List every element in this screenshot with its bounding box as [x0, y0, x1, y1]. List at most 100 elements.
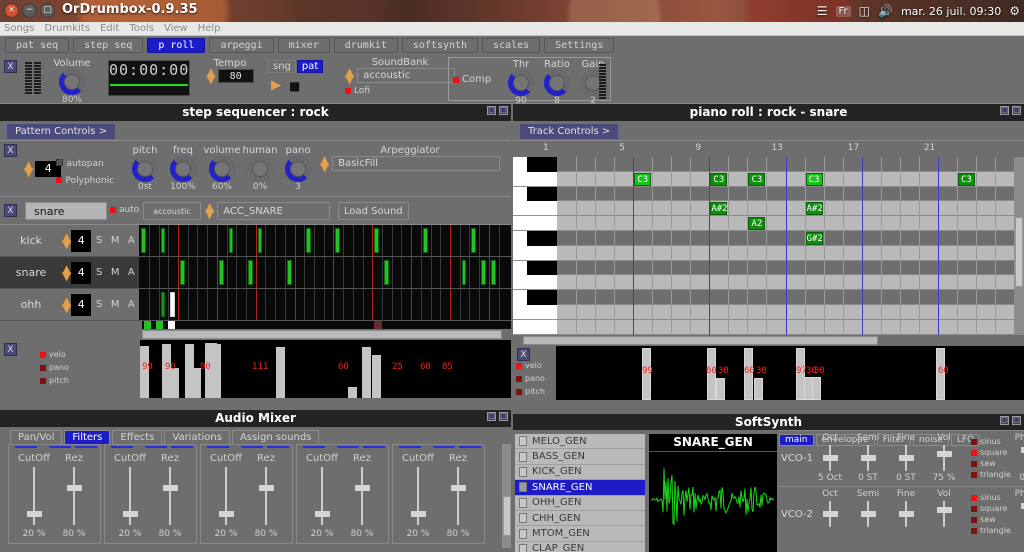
automation-bar[interactable] — [362, 347, 371, 398]
rez-slider-track[interactable] — [361, 467, 363, 525]
gear-icon[interactable]: ⚙ — [1009, 4, 1020, 18]
comp-label[interactable]: Comp — [462, 74, 491, 85]
step-note[interactable] — [287, 260, 292, 285]
pattern-pano-dial[interactable] — [285, 156, 311, 182]
vco-slider-handle[interactable] — [823, 455, 838, 461]
generator-list-item[interactable]: SNARE_GEN — [515, 480, 645, 495]
vco-slider-handle[interactable] — [899, 511, 914, 517]
automation-close-button[interactable]: X — [4, 343, 17, 356]
keyboard-layout-indicator[interactable]: Fr — [836, 6, 851, 17]
pr-automation-bar[interactable] — [754, 378, 763, 400]
pattern-pitch-knob[interactable]: pitch 0st — [125, 145, 165, 192]
menu-item-tools[interactable]: Tools — [129, 23, 154, 34]
master-volume-knob[interactable]: Volume 80% — [52, 58, 92, 105]
pano-led-icon[interactable] — [40, 365, 46, 371]
mixer-tab-filters[interactable]: Filters — [64, 430, 110, 444]
autopan-option[interactable]: autopan — [56, 156, 104, 169]
pattern-pano-knob[interactable]: pano 3 — [278, 145, 318, 192]
cutoff-slider-handle[interactable] — [123, 511, 138, 517]
vco-waveform-option[interactable]: saw — [971, 459, 996, 468]
piano-white-key[interactable] — [513, 305, 557, 320]
piano-roll-lane[interactable] — [557, 290, 1024, 305]
soundbank-selector[interactable]: SoundBank ▲▼ accoustic Lofi — [345, 57, 455, 96]
pr-automation-velo-option[interactable]: velo — [516, 361, 545, 370]
vco-slider-handle[interactable] — [937, 507, 952, 513]
comp-ratio-knob[interactable]: Ratio 8 — [537, 59, 577, 106]
mixer-strip[interactable]: CutOffRez20 %80 % — [296, 444, 389, 544]
track-bank-value[interactable]: accoustic — [143, 202, 201, 220]
soundbank-spinner-icon[interactable]: ▲▼ — [345, 69, 354, 83]
step-note[interactable] — [170, 292, 175, 317]
step-track-row-partial[interactable] — [0, 321, 511, 329]
piano-roll-note[interactable]: C3 — [748, 173, 765, 186]
rez-slider-track[interactable] — [73, 467, 75, 525]
mixer-strip[interactable]: CutOffRez20 %80 % — [104, 444, 197, 544]
generator-list-item[interactable]: CHH_GEN — [515, 511, 645, 526]
step-track-m-button[interactable]: M — [107, 299, 123, 310]
step-track-row[interactable]: ohh▲▼4SMA — [0, 289, 511, 321]
tab-step-seq[interactable]: step seq — [73, 38, 143, 53]
vco-slider-handle[interactable] — [823, 511, 838, 517]
step-track-row[interactable]: kick▲▼4SMA — [0, 225, 511, 257]
step-note[interactable] — [462, 260, 467, 285]
pr-automation-pitch-label[interactable]: pitch — [525, 387, 545, 396]
step-note[interactable] — [161, 292, 166, 317]
pitch-led-icon[interactable] — [40, 378, 46, 384]
step-track-spinner-icon[interactable]: ▲▼ — [62, 266, 71, 280]
track-auto-label[interactable]: auto — [119, 205, 139, 215]
step-note[interactable] — [481, 260, 486, 285]
piano-roll-note[interactable]: C3 — [806, 173, 823, 186]
generator-checkbox-icon[interactable] — [519, 529, 527, 539]
main-tab-bar[interactable]: pat seq step seq p roll arpeggi mixer dr… — [0, 36, 1024, 54]
step-note[interactable] — [248, 260, 253, 285]
generator-list-item[interactable]: MELO_GEN — [515, 434, 645, 449]
automation-pano-option[interactable]: pano — [40, 363, 69, 372]
waveform-led-icon[interactable] — [971, 450, 977, 456]
pr-pano-led-icon[interactable] — [516, 376, 522, 382]
vco-section[interactable]: VCO-2OctSemiFineVolsinussquaresawtriangl… — [779, 486, 1024, 542]
waveform-led-icon[interactable] — [971, 528, 977, 534]
piano-roll-lane[interactable] — [557, 216, 1024, 231]
pattern-pitch-dial[interactable] — [132, 156, 158, 182]
generator-checkbox-icon[interactable] — [519, 544, 527, 552]
lofi-label[interactable]: Lofi — [354, 86, 370, 96]
pr-automation-pano-option[interactable]: pano — [516, 374, 545, 383]
stepseq-maximize-icon[interactable]: □ — [499, 106, 508, 115]
position-bar[interactable] — [109, 79, 189, 91]
step-track-grid[interactable] — [139, 289, 511, 320]
autopan-label[interactable]: autopan — [67, 159, 104, 169]
window-close-button[interactable]: × — [4, 3, 19, 18]
stepseq-restore-icon[interactable]: □ — [487, 106, 496, 115]
tab-arpeggi[interactable]: arpeggi — [209, 38, 273, 53]
piano-roll-ruler[interactable]: 159131721 — [513, 141, 1024, 157]
piano-roll-grid[interactable]: C3C3C3C3C3A#2A2A#2G#2 — [513, 157, 1024, 335]
track-sample-selector[interactable]: ▲▼ ACC_SNARE — [205, 202, 330, 220]
comp-led-icon[interactable] — [453, 77, 459, 83]
piano-roll-lane[interactable] — [557, 187, 1024, 202]
piano-white-key[interactable] — [513, 216, 557, 231]
piano-black-key[interactable] — [527, 290, 557, 305]
step-track-s-button[interactable]: S — [91, 267, 107, 278]
comp-gain-knob[interactable]: Gain 2 — [573, 59, 613, 106]
automation-bar[interactable] — [348, 387, 357, 398]
lofi-led-icon[interactable] — [345, 88, 351, 94]
piano-roll-lane[interactable] — [557, 157, 1024, 172]
generator-checkbox-icon[interactable] — [519, 498, 527, 508]
step-track-m-button[interactable]: M — [107, 235, 123, 246]
volume-icon[interactable]: 🔊 — [878, 4, 893, 18]
tab-pat-seq[interactable]: pat seq — [5, 38, 69, 53]
step-track-name[interactable]: snare — [0, 266, 62, 279]
load-sound-button[interactable]: Load Sound — [338, 202, 409, 220]
piano-roll-rows[interactable]: C3C3C3C3C3A#2A2A#2G#2 — [557, 157, 1024, 335]
automation-bar[interactable] — [212, 344, 221, 398]
step-track-a-button[interactable]: A — [123, 235, 139, 246]
piano-black-key[interactable] — [527, 231, 557, 246]
tempo-control[interactable]: Tempo ▲▼ 80 — [200, 58, 260, 83]
mixer-tab-variations[interactable]: Variations — [164, 430, 230, 444]
piano-roll-lane[interactable] — [557, 201, 1024, 216]
piano-white-key[interactable] — [513, 320, 557, 335]
vco-section[interactable]: VCO-1Oct5 OctSemi0 STFine0 STVol75 %sinu… — [779, 430, 1024, 486]
vco-waveform-option[interactable]: triangle — [971, 470, 1011, 479]
comp-thr-dial[interactable] — [508, 70, 534, 96]
rez-slider-handle[interactable] — [67, 485, 82, 491]
